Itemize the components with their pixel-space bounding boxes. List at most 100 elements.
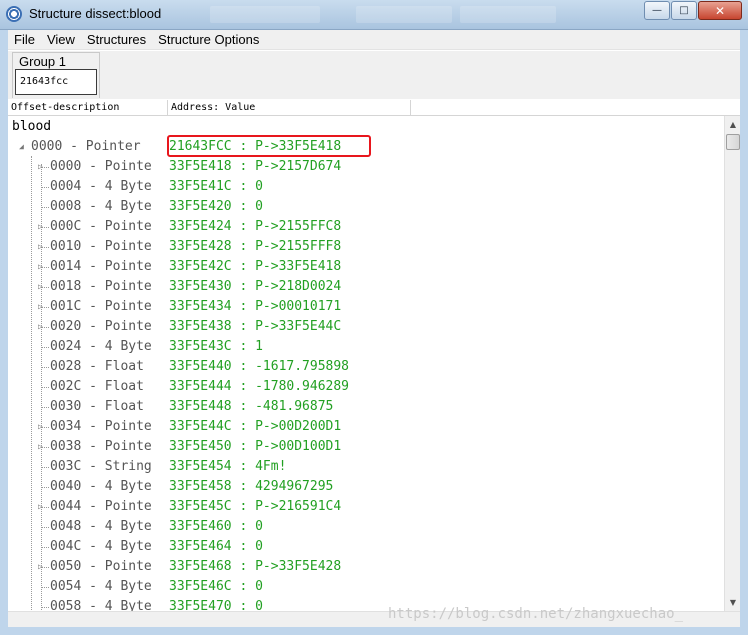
row-address-value: 33F5E440 : -1617.795898	[169, 359, 350, 374]
structure-tree[interactable]: blood ◢ 0000 - Pointer 21643FCC : P->33F…	[8, 116, 724, 611]
close-button[interactable]: ✕	[698, 1, 742, 20]
window-controls: — □ ✕	[643, 1, 742, 20]
tree-branch-line	[41, 467, 49, 468]
row-description: 0038 - Pointe	[50, 439, 152, 454]
tree-branch-line	[41, 487, 49, 488]
title-bar[interactable]: Structure dissect:blood — □ ✕	[0, 0, 748, 30]
expand-triangle-icon[interactable]: ▷	[38, 437, 43, 457]
expand-triangle-icon[interactable]: ▷	[38, 417, 43, 437]
row-description: 0050 - Pointe	[50, 559, 152, 574]
tree-branch-line	[41, 367, 49, 368]
row-description: 0020 - Pointe	[50, 319, 152, 334]
row-address-value: 33F5E45C : P->216591C4	[169, 499, 342, 514]
table-row[interactable]: ▷ 0000 - Pointe 33F5E418 : P->2157D674	[8, 157, 724, 177]
row-description: 001C - Pointe	[50, 299, 152, 314]
expand-triangle-icon[interactable]: ▷	[38, 317, 43, 337]
row-description: 0044 - Pointe	[50, 499, 152, 514]
row-address-value: 33F5E438 : P->33F5E44C	[169, 319, 342, 334]
table-row[interactable]: ▷ 0038 - Pointe 33F5E450 : P->00D100D1	[8, 437, 724, 457]
tree-branch-line	[41, 587, 49, 588]
menu-structure-options[interactable]: Structure Options	[152, 32, 265, 47]
row-description: 0010 - Pointe	[50, 239, 152, 254]
scroll-down-icon[interactable]: ▼	[725, 594, 741, 611]
expand-triangle-icon[interactable]: ▷	[38, 497, 43, 517]
menu-file[interactable]: File	[8, 32, 41, 47]
minimize-button[interactable]: —	[644, 1, 670, 20]
table-row[interactable]: 0040 - 4 Byte 33F5E458 : 4294967295	[8, 477, 724, 497]
maximize-icon: □	[679, 4, 689, 16]
row-address-value: 33F5E46C : 0	[169, 579, 263, 594]
column-address-value[interactable]: Address: Value	[168, 100, 411, 116]
tree-branch-line	[41, 607, 49, 608]
table-row[interactable]: 0048 - 4 Byte 33F5E460 : 0	[8, 517, 724, 537]
window-frame-right	[740, 30, 748, 635]
expand-triangle-icon[interactable]: ◢	[19, 137, 24, 157]
highlight-box	[167, 135, 371, 157]
cheat-engine-icon	[6, 6, 22, 22]
table-row[interactable]: 0054 - 4 Byte 33F5E46C : 0	[8, 577, 724, 597]
tree-branch-line	[41, 387, 49, 388]
tree-branch-line	[41, 187, 49, 188]
table-row[interactable]: 0030 - Float 33F5E448 : -481.96875	[8, 397, 724, 417]
row-address-value: 33F5E418 : P->2157D674	[169, 159, 342, 174]
table-row[interactable]: ▷ 001C - Pointe 33F5E434 : P->00010171	[8, 297, 724, 317]
expand-triangle-icon[interactable]: ▷	[38, 217, 43, 237]
table-row[interactable]: 003C - String 33F5E454 : 4Fm!	[8, 457, 724, 477]
table-row[interactable]: ▷ 0014 - Pointe 33F5E42C : P->33F5E418	[8, 257, 724, 277]
column-offset-description[interactable]: Offset-description	[8, 100, 168, 116]
address-input[interactable]: 21643fcc	[15, 69, 97, 95]
row-description: 002C - Float	[50, 379, 144, 394]
table-row[interactable]: ▷ 0018 - Pointe 33F5E430 : P->218D0024	[8, 277, 724, 297]
row-address-value: 33F5E448 : -481.96875	[169, 399, 334, 414]
expand-triangle-icon[interactable]: ▷	[38, 297, 43, 317]
row-address-value: 33F5E454 : 4Fm!	[169, 459, 287, 474]
table-row[interactable]: ▷ 0010 - Pointe 33F5E428 : P->2155FFF8	[8, 237, 724, 257]
row-address-value: 33F5E420 : 0	[169, 199, 263, 214]
vertical-scrollbar[interactable]: ▲ ▼	[724, 116, 740, 611]
tree-branch-line	[41, 207, 49, 208]
row-address-value: 33F5E468 : P->33F5E428	[169, 559, 342, 574]
window-frame-left	[0, 30, 8, 635]
row-address-value: 33F5E41C : 0	[169, 179, 263, 194]
table-row[interactable]: ▷ 0044 - Pointe 33F5E45C : P->216591C4	[8, 497, 724, 517]
title-ghost-2	[356, 6, 452, 23]
scroll-thumb[interactable]	[726, 134, 740, 150]
expand-triangle-icon[interactable]: ▷	[38, 237, 43, 257]
row-description: 0034 - Pointe	[50, 419, 152, 434]
row-description: 0008 - 4 Byte	[50, 199, 152, 214]
title-ghost-3	[460, 6, 556, 23]
tree-branch-line	[41, 527, 49, 528]
expand-triangle-icon[interactable]: ▷	[38, 157, 43, 177]
row-description: 0018 - Pointe	[50, 279, 152, 294]
expand-triangle-icon[interactable]: ▷	[38, 257, 43, 277]
group-1-box[interactable]: Group 1 21643fcc	[12, 52, 100, 98]
tree-branch-line	[41, 547, 49, 548]
row-description: 0028 - Float	[50, 359, 144, 374]
menu-bar: File View Structures Structure Options	[8, 30, 740, 50]
table-row[interactable]: ▷ 0050 - Pointe 33F5E468 : P->33F5E428	[8, 557, 724, 577]
row-description: 0004 - 4 Byte	[50, 179, 152, 194]
row-description: 0048 - 4 Byte	[50, 519, 152, 534]
menu-view[interactable]: View	[41, 32, 81, 47]
maximize-button[interactable]: □	[671, 1, 697, 20]
table-row[interactable]: 004C - 4 Byte 33F5E464 : 0	[8, 537, 724, 557]
expand-triangle-icon[interactable]: ▷	[38, 557, 43, 577]
window-title: Structure dissect:blood	[29, 6, 162, 21]
table-row[interactable]: 0004 - 4 Byte 33F5E41C : 0	[8, 177, 724, 197]
row-description: 0000 - Pointe	[50, 159, 152, 174]
table-row[interactable]: ▷ 0034 - Pointe 33F5E44C : P->00D200D1	[8, 417, 724, 437]
row-address-value: 33F5E450 : P->00D100D1	[169, 439, 342, 454]
menu-structures[interactable]: Structures	[81, 32, 152, 47]
row-address-value: 33F5E42C : P->33F5E418	[169, 259, 342, 274]
row-description: 0024 - 4 Byte	[50, 339, 152, 354]
table-row[interactable]: 0024 - 4 Byte 33F5E43C : 1	[8, 337, 724, 357]
tree-root[interactable]: blood	[12, 117, 51, 137]
expand-triangle-icon[interactable]: ▷	[38, 277, 43, 297]
table-row[interactable]: 002C - Float 33F5E444 : -1780.946289	[8, 377, 724, 397]
table-row[interactable]: ▷ 0020 - Pointe 33F5E438 : P->33F5E44C	[8, 317, 724, 337]
table-row[interactable]: 0028 - Float 33F5E440 : -1617.795898	[8, 357, 724, 377]
table-row[interactable]: ▷ 000C - Pointe 33F5E424 : P->2155FFC8	[8, 217, 724, 237]
table-row[interactable]: 0008 - 4 Byte 33F5E420 : 0	[8, 197, 724, 217]
row-address-value: 33F5E43C : 1	[169, 339, 263, 354]
scroll-up-icon[interactable]: ▲	[725, 116, 741, 133]
